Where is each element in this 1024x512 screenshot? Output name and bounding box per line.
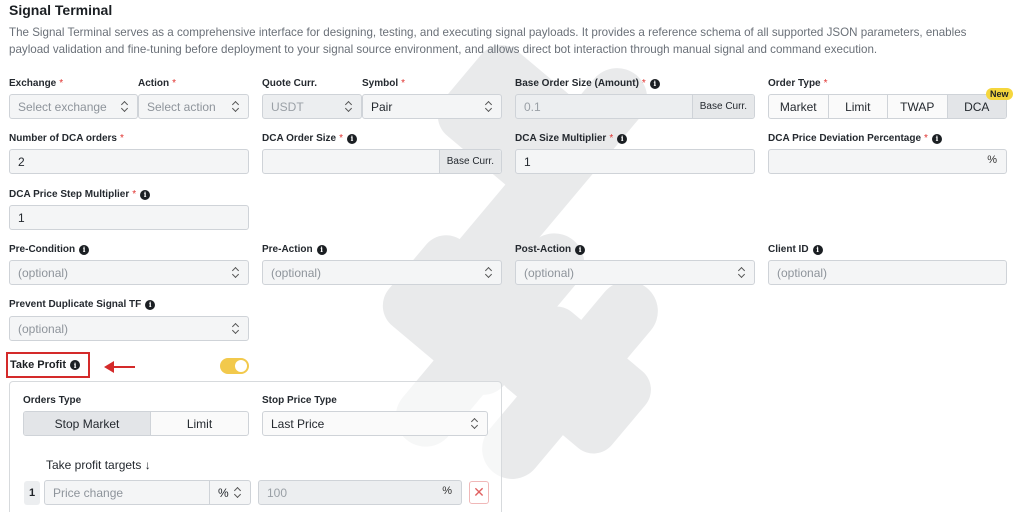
orders-type-label: Orders Type [23,395,82,406]
dca-order-size-label: DCA Order Size * i [262,133,357,144]
order-type-selector[interactable]: Market Limit TWAP DCA [768,94,1007,119]
client-id-label: Client ID i [768,244,823,255]
chevron-updown-icon [232,323,240,335]
chevron-updown-icon [485,267,493,279]
post-action-select[interactable]: (optional) [515,260,755,285]
quote-currency-label: Quote Curr. [262,78,318,89]
exchange-label: Exchange * [9,78,64,89]
order-type-label: Order Type * [768,78,828,89]
info-icon[interactable]: i [347,133,357,144]
dca-price-deviation-label: DCA Price Deviation Percentage * i [768,133,942,144]
chevron-updown-icon [471,418,479,430]
chevron-updown-icon [738,267,746,279]
chevron-updown-icon [234,487,242,499]
remove-target-button[interactable]: ✕ [469,481,489,504]
dca-orders-input[interactable]: 2 [9,149,249,174]
pre-condition-select[interactable]: (optional) [9,260,249,285]
info-icon[interactable]: i [70,360,81,370]
order-type-limit[interactable]: Limit [829,95,888,118]
target-index: 1 [24,481,40,505]
dca-orders-label: Number of DCA orders * [9,133,124,144]
pre-action-select[interactable]: (optional) [262,260,502,285]
info-icon[interactable]: i [79,244,90,255]
symbol-select[interactable]: Pair [362,94,502,119]
base-currency-addon: Base Curr. [438,150,501,173]
chevron-updown-icon [232,267,240,279]
page-title: Signal Terminal [9,2,113,18]
order-type-market[interactable]: Market [769,95,829,118]
close-icon: ✕ [473,484,485,500]
chevron-updown-icon [345,101,353,113]
target-amount-input[interactable]: 100% [258,480,462,505]
quote-currency-select[interactable]: USDT [262,94,362,119]
take-profit-label: Take Profit i [10,359,81,371]
price-change-input[interactable]: Price change [44,480,210,505]
unit-select[interactable]: % [209,480,251,505]
order-type-twap[interactable]: TWAP [888,95,948,118]
pre-condition-label: Pre-Condition i [9,244,90,255]
base-order-size-input[interactable]: 0.1 Base Curr. [515,94,755,119]
action-label: Action * [138,78,177,89]
exchange-select[interactable]: Select exchange [9,94,138,119]
dca-size-multiplier-label: DCA Size Multiplier * i [515,133,628,144]
stop-price-type-label: Stop Price Type [262,395,337,406]
info-icon[interactable]: i [145,299,156,310]
prevent-duplicate-label: Prevent Duplicate Signal TF i [9,299,156,310]
post-action-label: Post-Action i [515,244,586,255]
info-icon[interactable]: i [316,244,327,255]
page-description: The Signal Terminal serves as a comprehe… [9,26,967,56]
orders-type-stop-market[interactable]: Stop Market [24,412,152,435]
client-id-input[interactable]: (optional) [768,260,1007,285]
prevent-duplicate-select[interactable]: (optional) [9,316,249,341]
info-icon[interactable]: i [931,133,942,144]
take-profit-targets-label: Take profit targets ↓ [46,458,151,472]
base-order-size-label: Base Order Size (Amount) * i [515,78,660,89]
stop-price-type-select[interactable]: Last Price [262,411,488,436]
action-select[interactable]: Select action [138,94,249,119]
info-icon[interactable]: i [812,244,823,255]
info-icon[interactable]: i [617,133,628,144]
info-icon[interactable]: i [575,244,586,255]
orders-type-selector[interactable]: Stop Market Limit [23,411,249,436]
dca-price-step-label: DCA Price Step Multiplier * i [9,189,151,200]
new-badge: New [986,88,1013,100]
info-icon[interactable]: i [140,189,151,200]
dca-order-size-input[interactable]: Base Curr. [262,149,502,174]
percent-icon: % [442,485,452,497]
symbol-label: Symbol * [362,78,406,89]
orders-type-limit[interactable]: Limit [151,412,248,435]
info-icon[interactable]: i [649,78,660,89]
dca-price-step-input[interactable]: 1 [9,205,249,230]
chevron-updown-icon [232,101,240,113]
dca-price-deviation-input[interactable]: % [768,149,1007,174]
chevron-updown-icon [121,101,129,113]
chevron-updown-icon [485,101,493,113]
arrow-left-icon [104,361,135,373]
dca-size-multiplier-input[interactable]: 1 [515,149,755,174]
take-profit-toggle[interactable] [220,358,249,374]
base-currency-addon: Base Curr. [691,95,754,118]
pre-action-label: Pre-Action i [262,244,327,255]
percent-icon: % [987,154,997,166]
